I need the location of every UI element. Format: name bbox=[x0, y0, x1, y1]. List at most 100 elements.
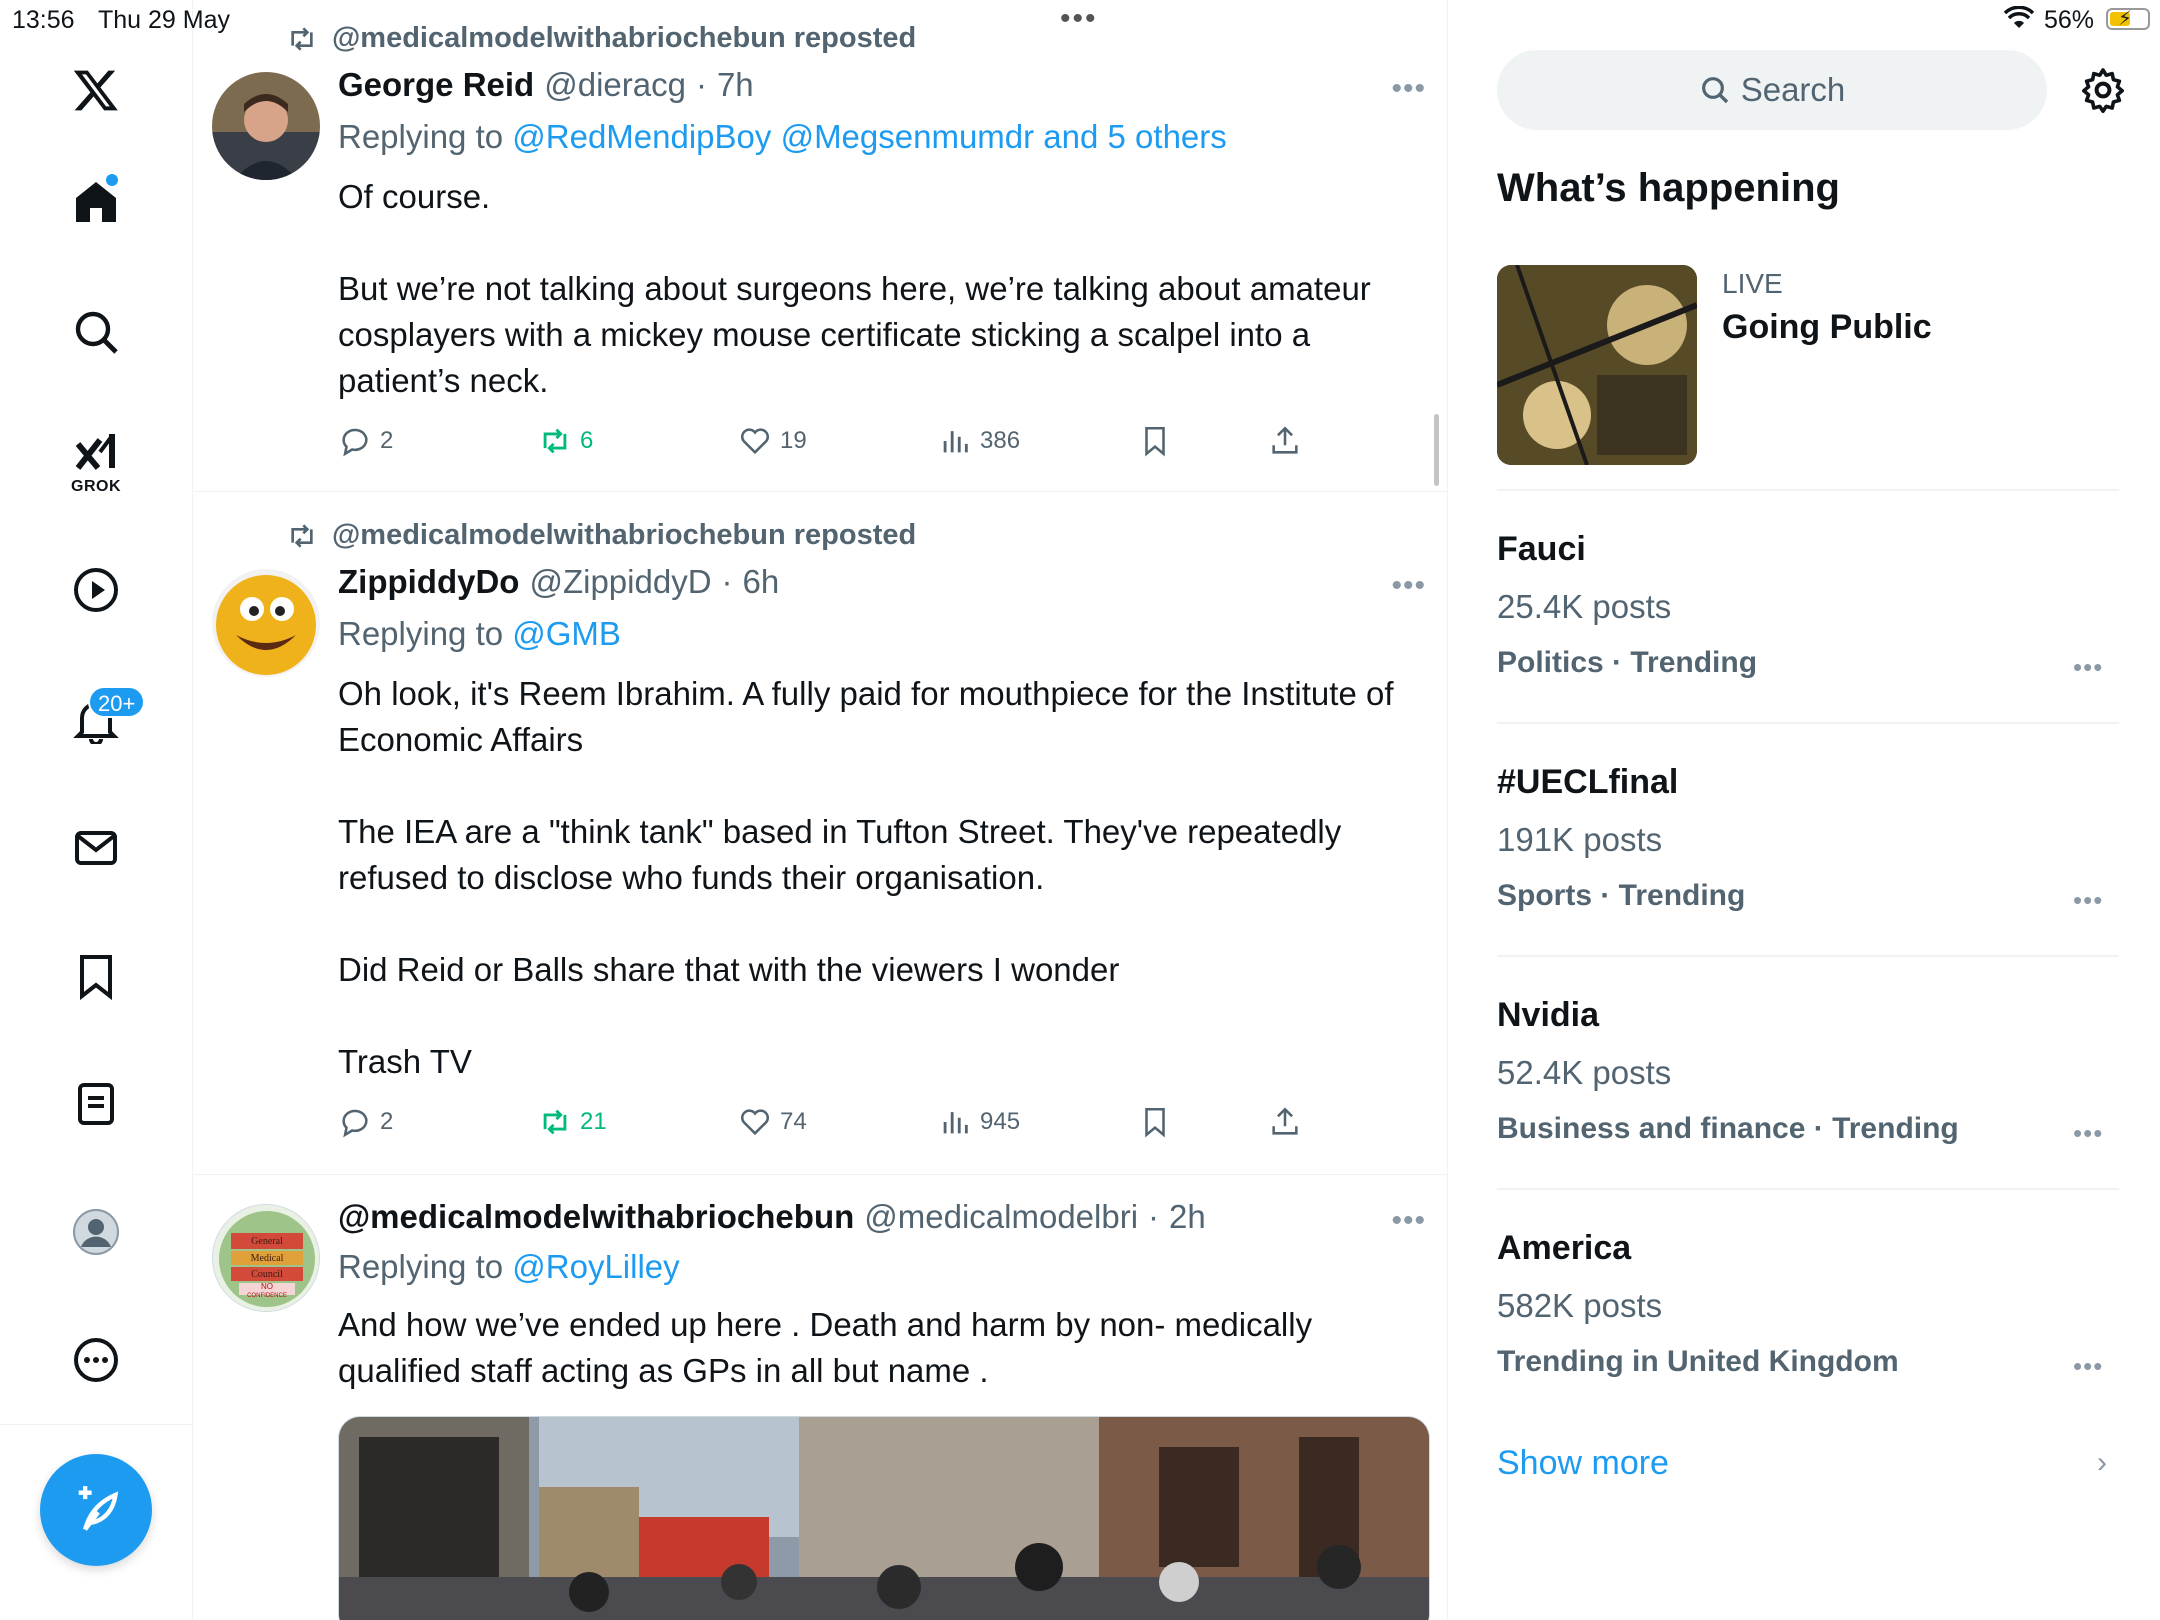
post-paragraph bbox=[338, 220, 1428, 266]
post-paragraph: The IEA are a "think tank" based in Tuft… bbox=[338, 813, 1342, 896]
bookmark-button[interactable] bbox=[1138, 1105, 1172, 1139]
author-name[interactable]: George Reid bbox=[338, 66, 534, 104]
avatar-text: General bbox=[251, 1236, 283, 1247]
divider bbox=[1497, 1188, 2119, 1190]
x-logo-icon[interactable] bbox=[64, 58, 128, 122]
bookmark-button[interactable] bbox=[1138, 424, 1172, 458]
post-text: Of course. But we’re not talking about s… bbox=[338, 174, 1428, 404]
trend-topic: Fauci bbox=[1497, 530, 1586, 568]
multitasking-handle[interactable]: ••• bbox=[1060, 4, 1098, 34]
trend-more-icon[interactable]: ••• bbox=[2073, 885, 2103, 916]
reply-button[interactable]: 2 bbox=[338, 1105, 393, 1139]
trend-more-icon[interactable]: ••• bbox=[2073, 1118, 2103, 1149]
post-time[interactable]: 2h bbox=[1169, 1198, 1206, 1236]
live-tag: LIVE bbox=[1722, 268, 1783, 299]
repost-icon bbox=[543, 1109, 567, 1135]
repost-count: 6 bbox=[580, 427, 594, 454]
trend-count: 25.4K posts bbox=[1497, 588, 1672, 625]
share-button[interactable] bbox=[1268, 1105, 1302, 1139]
like-button[interactable]: 74 bbox=[738, 1105, 807, 1139]
views-button[interactable]: 386 bbox=[938, 424, 1020, 458]
repost-indicator: @medicalmodelwithabriochebun reposted bbox=[286, 519, 916, 552]
live-event-thumbnail[interactable] bbox=[1497, 265, 1697, 465]
views-icon bbox=[943, 431, 968, 453]
views-count: 386 bbox=[980, 427, 1021, 454]
avatar[interactable] bbox=[212, 72, 320, 180]
avatar[interactable] bbox=[212, 569, 320, 677]
author-handle[interactable]: @medicalmodelbri bbox=[864, 1198, 1138, 1236]
separator-dot: · bbox=[721, 563, 733, 600]
post-time[interactable]: 7h bbox=[717, 66, 754, 104]
replying-to: Replying to @RoyLilley bbox=[338, 1248, 680, 1286]
author-name[interactable]: ZippiddyDo bbox=[338, 563, 519, 601]
grok-label: GROK bbox=[71, 478, 121, 495]
post-more-icon[interactable]: ••• bbox=[1391, 569, 1426, 603]
trend-topic: Nvidia bbox=[1497, 996, 1600, 1034]
right-sidebar: Search What’s happening LIVE Going Publi… bbox=[1449, 0, 2160, 1620]
post-more-icon[interactable]: ••• bbox=[1391, 72, 1426, 106]
grok-icon[interactable] bbox=[64, 420, 128, 484]
repost-count: 21 bbox=[580, 1108, 607, 1135]
bookmark-icon bbox=[1145, 426, 1165, 457]
left-navigation: GROK 20+ bbox=[0, 0, 193, 1620]
repost-button[interactable]: 21 bbox=[538, 1105, 607, 1139]
search-icon[interactable] bbox=[64, 300, 128, 364]
post-more-icon[interactable]: ••• bbox=[1391, 1204, 1426, 1238]
post-paragraph: But we’re not talking about surgeons her… bbox=[338, 270, 1371, 399]
more-options-icon[interactable] bbox=[64, 1328, 128, 1392]
post-header: George Reid @dieracg · 7h bbox=[338, 66, 754, 104]
search-icon bbox=[1701, 77, 1728, 104]
repost-icon bbox=[543, 428, 567, 454]
post-paragraph: And how we’ve ended up here . Death and … bbox=[338, 1306, 1313, 1389]
avatar-text: Council bbox=[251, 1269, 283, 1280]
trend-more-icon[interactable]: ••• bbox=[2073, 1351, 2103, 1382]
views-button[interactable]: 945 bbox=[938, 1105, 1020, 1139]
post-text: And how we’ve ended up here . Death and … bbox=[338, 1302, 1428, 1394]
live-event-title[interactable]: Going Public bbox=[1722, 308, 1932, 347]
chevron-right-icon: › bbox=[2097, 1446, 2107, 1479]
home-icon[interactable] bbox=[64, 170, 128, 234]
bookmarks-icon[interactable] bbox=[64, 944, 128, 1008]
avatar[interactable]: General Medical Council NO CONFIDENCE bbox=[212, 1204, 320, 1312]
scrollbar[interactable] bbox=[1434, 414, 1439, 486]
replying-to-link[interactable]: @RoyLilley bbox=[512, 1248, 679, 1285]
reply-button[interactable]: 2 bbox=[338, 424, 393, 458]
views-count: 945 bbox=[980, 1108, 1021, 1135]
like-button[interactable]: 19 bbox=[738, 424, 807, 458]
post-media-image[interactable] bbox=[338, 1416, 1430, 1620]
timeline-feed: @medicalmodelwithabriochebun reposted Ge… bbox=[194, 0, 1448, 1620]
profile-icon[interactable] bbox=[64, 1200, 128, 1264]
replying-to-link[interactable]: @RedMendipBoy @Megsenmumdr and 5 others bbox=[512, 118, 1227, 155]
trend-count: 582K posts bbox=[1497, 1287, 1663, 1324]
replying-prefix: Replying to bbox=[338, 1248, 513, 1285]
battery-percent: 56% bbox=[2044, 6, 2095, 34]
messages-icon[interactable] bbox=[64, 816, 128, 880]
post-zippiddydo[interactable]: @medicalmodelwithabriochebun reposted Zi… bbox=[194, 493, 1447, 1175]
post-time[interactable]: 6h bbox=[743, 563, 780, 601]
avatar-text: Medical bbox=[251, 1253, 284, 1264]
post-paragraph: Trash TV bbox=[338, 1043, 472, 1080]
post-text: Oh look, it's Reem Ibrahim. A fully paid… bbox=[338, 671, 1428, 1085]
post-george-reid[interactable]: @medicalmodelwithabriochebun reposted Ge… bbox=[194, 0, 1447, 492]
replying-to-link[interactable]: @GMB bbox=[512, 615, 621, 652]
trend-more-icon[interactable]: ••• bbox=[2073, 652, 2103, 683]
repost-button[interactable]: 6 bbox=[538, 424, 593, 458]
post-paragraph: Of course. bbox=[338, 178, 491, 215]
author-name[interactable]: @medicalmodelwithabriochebun bbox=[338, 1198, 854, 1236]
video-icon[interactable] bbox=[64, 558, 128, 622]
share-icon bbox=[1272, 1107, 1298, 1135]
separator-dot: · bbox=[1148, 1198, 1160, 1235]
post-header: @medicalmodelwithabriochebun @medicalmod… bbox=[338, 1198, 1206, 1236]
replying-to: Replying to @GMB bbox=[338, 615, 621, 653]
author-handle[interactable]: @ZippiddyD bbox=[529, 563, 711, 601]
share-button[interactable] bbox=[1268, 424, 1302, 458]
replying-prefix: Replying to bbox=[338, 615, 513, 652]
status-date: Thu 29 May bbox=[98, 6, 231, 34]
compose-post-button[interactable] bbox=[40, 1454, 152, 1566]
settings-gear-icon[interactable] bbox=[2079, 66, 2127, 114]
lists-icon[interactable] bbox=[64, 1072, 128, 1136]
replying-prefix: Replying to bbox=[338, 118, 513, 155]
author-handle[interactable]: @dieracg bbox=[544, 66, 686, 104]
show-more-link[interactable]: Show more bbox=[1497, 1444, 1669, 1483]
search-input[interactable]: Search bbox=[1497, 50, 2047, 130]
